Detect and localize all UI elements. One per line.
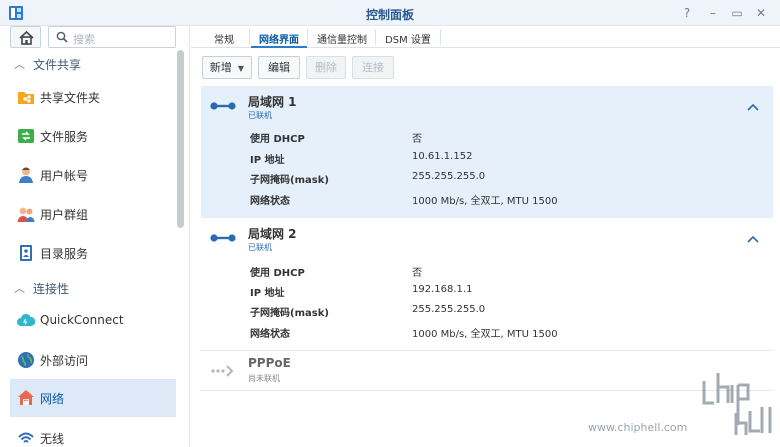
interface-name: 局域网 2 <box>248 227 297 241</box>
interface-card-lan1[interactable]: 局域网 1 已联机 使用 DHCP 否 IP 地址 10.61.1.152 子网… <box>201 86 773 218</box>
tab-dsm-settings[interactable]: DSM 设置 <box>377 26 439 48</box>
prop-label: 使用 DHCP <box>250 134 305 145</box>
connected-icon <box>210 102 236 110</box>
tab-general[interactable]: 常规 <box>199 26 249 48</box>
sidebar-item-label: 用户群组 <box>40 208 89 222</box>
sidebar-item-label: 无线 <box>40 432 65 446</box>
prop-label: IP 地址 <box>250 155 285 166</box>
card-divider <box>201 390 773 391</box>
chevron-up-icon: ︿ <box>14 282 25 295</box>
interface-card-lan2[interactable]: 局域网 2 已联机 使用 DHCP 否 IP 地址 192.168.1.1 子网… <box>201 219 773 349</box>
interface-state: 尚未联机 <box>248 374 280 383</box>
sidebar-item-label: 目录服务 <box>40 247 89 261</box>
card-divider <box>201 350 773 351</box>
create-dropdown-button[interactable]: 新增 ▼ <box>202 56 252 79</box>
section-label: 文件共享 <box>33 58 82 72</box>
home-button[interactable] <box>10 26 41 48</box>
title-bar: 控制面板 ? – ▭ ✕ <box>0 0 780 26</box>
interface-state: 已联机 <box>248 243 272 252</box>
sidebar-item-wireless[interactable]: 无线 <box>10 419 176 447</box>
file-services-icon <box>18 129 34 143</box>
interface-card-pppoe[interactable]: PPPoE 尚未联机 <box>201 352 773 390</box>
tab-separator <box>249 29 250 45</box>
close-button[interactable]: ✕ <box>754 6 768 20</box>
interface-state: 已联机 <box>248 111 272 120</box>
prop-label: 子网掩码(mask) <box>250 308 329 319</box>
sidebar-item-directory[interactable]: 目录服务 <box>10 234 176 272</box>
section-file-sharing[interactable]: ︿ 文件共享 <box>0 52 176 76</box>
home-icon <box>19 30 34 45</box>
prop-label: 使用 DHCP <box>250 268 305 279</box>
prop-value: 255.255.255.0 <box>412 304 486 315</box>
group-icon <box>17 207 35 222</box>
collapse-chevron-icon[interactable] <box>747 235 759 243</box>
section-connectivity[interactable]: ︿ 连接性 <box>0 276 176 300</box>
sidebar-item-label: QuickConnect <box>40 313 124 327</box>
prop-label: IP 地址 <box>250 288 285 299</box>
external-access-icon <box>18 352 34 368</box>
collapse-chevron-icon[interactable] <box>747 103 759 111</box>
help-button[interactable]: ? <box>680 6 694 20</box>
tab-separator <box>307 29 308 45</box>
prop-value: 10.61.1.152 <box>412 151 473 162</box>
sidebar-item-user[interactable]: 用户帐号 <box>10 156 176 194</box>
sidebar-item-file-services[interactable]: 文件服务 <box>10 117 176 155</box>
create-button-label: 新增 <box>209 61 232 74</box>
main-panel: 常规 网络界面 通信量控制 DSM 设置 新增 ▼ 编辑 删除 连接 局域网 1… <box>191 26 780 447</box>
sidebar-item-label: 共享文件夹 <box>40 91 101 105</box>
prop-value: 否 <box>412 268 422 279</box>
prop-label: 子网掩码(mask) <box>250 175 329 186</box>
connected-icon <box>210 234 236 242</box>
control-panel-window: 控制面板 ? – ▭ ✕ 搜索 ︿ 文件共享 共享文件夹 文件服务 用户帐号 用… <box>0 0 780 447</box>
sidebar-item-label: 用户帐号 <box>40 169 89 183</box>
prop-value: 255.255.255.0 <box>412 171 486 182</box>
chevron-up-icon: ︿ <box>14 58 25 71</box>
edit-button[interactable]: 编辑 <box>258 56 300 79</box>
wireless-icon <box>18 432 34 443</box>
sidebar: 搜索 ︿ 文件共享 共享文件夹 文件服务 用户帐号 用户群组 目录服务 ︿ 连接… <box>0 26 190 447</box>
sidebar-scrollbar[interactable] <box>177 50 184 228</box>
tab-bar: 常规 网络界面 通信量控制 DSM 设置 <box>191 26 780 48</box>
caret-down-icon: ▼ <box>235 64 245 73</box>
search-input[interactable]: 搜索 <box>48 26 176 48</box>
prop-value: 1000 Mb/s, 全双工, MTU 1500 <box>412 196 558 207</box>
sidebar-item-group[interactable]: 用户群组 <box>10 195 176 233</box>
prop-label: 网络状态 <box>250 329 290 340</box>
shared-folder-icon <box>18 92 34 104</box>
prop-value: 否 <box>412 134 422 145</box>
prop-label: 网络状态 <box>250 196 290 207</box>
tab-separator <box>375 29 376 45</box>
sidebar-item-label: 网络 <box>40 392 65 406</box>
connect-button[interactable]: 连接 <box>352 56 394 79</box>
prop-value: 192.168.1.1 <box>412 284 473 295</box>
interface-name: 局域网 1 <box>248 95 297 109</box>
prop-value: 1000 Mb/s, 全双工, MTU 1500 <box>412 329 558 340</box>
directory-icon <box>20 245 32 261</box>
sidebar-item-label: 文件服务 <box>40 130 89 144</box>
window-title: 控制面板 <box>365 8 414 22</box>
quickconnect-icon <box>17 313 36 326</box>
sidebar-item-shared-folder[interactable]: 共享文件夹 <box>10 78 176 116</box>
user-icon <box>19 167 33 183</box>
sidebar-item-label: 外部访问 <box>40 354 89 368</box>
interface-name: PPPoE <box>248 356 291 370</box>
maximize-button[interactable]: ▭ <box>730 6 744 20</box>
disconnected-icon <box>211 365 234 377</box>
search-icon <box>56 31 68 43</box>
minimize-button[interactable]: – <box>706 6 720 20</box>
sidebar-item-external-access[interactable]: 外部访问 <box>10 341 176 379</box>
tab-network-interface[interactable]: 网络界面 <box>251 26 307 48</box>
network-icon <box>18 390 34 405</box>
search-placeholder: 搜索 <box>73 33 95 46</box>
sidebar-item-quickconnect[interactable]: QuickConnect <box>10 302 176 340</box>
tab-separator <box>440 29 441 45</box>
delete-button[interactable]: 删除 <box>306 56 346 79</box>
tab-traffic-control[interactable]: 通信量控制 <box>309 26 375 48</box>
section-label: 连接性 <box>33 282 70 296</box>
sidebar-item-network[interactable]: 网络 <box>10 379 176 417</box>
